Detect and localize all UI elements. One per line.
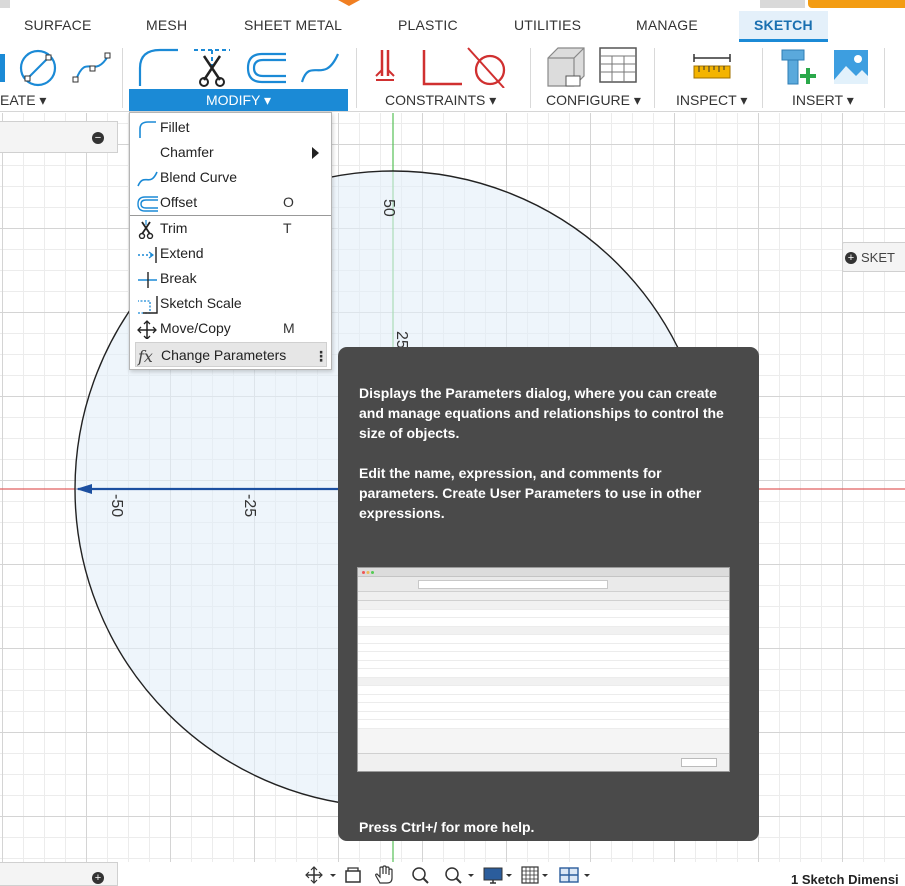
constraints-group-button[interactable]: CONSTRAINTS ▾ — [385, 92, 496, 109]
title-strip — [0, 0, 905, 8]
menu-item-break[interactable]: Break — [130, 266, 331, 291]
menu-item-fillet[interactable]: Fillet — [130, 115, 331, 140]
viewports-icon — [559, 867, 579, 883]
more-options-icon[interactable]: ⋮ — [314, 348, 328, 365]
tab-utilities[interactable]: UTILITIES — [514, 17, 581, 33]
orbit-icon — [305, 866, 323, 884]
display-settings-icon — [483, 867, 503, 884]
shortcut-key: T — [283, 220, 292, 236]
sketch-palette-pill[interactable]: + SKET — [842, 242, 905, 272]
zoom-window-icon — [445, 867, 462, 884]
expand-icon[interactable]: + — [845, 252, 857, 264]
menu-item-change-parameters[interactable]: fx Change Parameters ⋮ — [135, 342, 328, 367]
inspect-group-button[interactable]: INSPECT ▾ — [676, 92, 747, 109]
submenu-arrow-icon — [312, 147, 319, 159]
tooltip-help-hint: Press Ctrl+/ for more help. — [359, 819, 535, 835]
browser-panel-bar[interactable]: − — [0, 121, 118, 153]
move-icon — [137, 320, 157, 339]
parameters-dialog-preview — [357, 567, 730, 772]
blend-curve-icon — [137, 171, 158, 187]
configure-tools-icons[interactable] — [544, 46, 644, 88]
pan-hand-icon — [375, 865, 393, 884]
workspace-tabs: SURFACE MESH SHEET METAL PLASTIC UTILITI… — [0, 8, 905, 42]
tab-manage[interactable]: MANAGE — [636, 17, 698, 33]
status-text: 1 Sketch Dimensi — [791, 872, 899, 886]
configure-group-button[interactable]: CONFIGURE ▾ — [546, 92, 641, 109]
dimension-label-neg25[interactable]: -25 — [240, 494, 258, 517]
tab-sketch[interactable]: SKETCH — [739, 11, 828, 42]
menu-item-offset[interactable]: Offset O — [130, 190, 331, 215]
constraint-tools-icons[interactable] — [372, 46, 512, 88]
menu-item-trim[interactable]: Trim T — [130, 216, 331, 241]
shortcut-key: M — [283, 320, 295, 336]
offset-icon — [137, 196, 158, 212]
tab-surface[interactable]: SURFACE — [24, 17, 92, 33]
modify-group-button[interactable]: MODIFY ▾ — [129, 89, 348, 111]
menu-item-chamfer[interactable]: Chamfer — [130, 140, 331, 165]
zoom-icon — [412, 867, 429, 884]
menu-item-move-copy[interactable]: Move/Copy M — [130, 316, 331, 341]
fillet-icon — [139, 121, 156, 138]
insert-tools-icons[interactable] — [778, 46, 872, 88]
shortcut-key: O — [283, 194, 294, 210]
modify-tools-icons[interactable] — [134, 46, 344, 88]
create-group-label[interactable]: EATE ▾ — [0, 92, 46, 109]
tab-plastic[interactable]: PLASTIC — [398, 17, 458, 33]
svg-text:fx: fx — [137, 347, 153, 366]
toolbar-ribbon: EATE ▾ MODIFY ▾ CONSTRAINTS ▾ CONFIGURE … — [0, 42, 905, 112]
grid-icon — [521, 866, 539, 884]
sketch-pill-label: SKET — [861, 250, 895, 265]
fx-icon: fx — [137, 347, 153, 366]
tab-sheet-metal[interactable]: SHEET METAL — [244, 17, 342, 33]
menu-item-sketch-scale[interactable]: Sketch Scale — [130, 291, 331, 316]
tooltip-details: Edit the name, expression, and comments … — [359, 465, 702, 521]
insert-group-button[interactable]: INSERT ▾ — [792, 92, 854, 109]
dimension-label-50[interactable]: 50 — [379, 199, 397, 217]
bottom-bar: + 1 Sketch Dimensi — [0, 862, 905, 886]
measure-ruler-icon[interactable] — [690, 46, 734, 88]
comments-panel-bar[interactable]: + — [0, 862, 118, 886]
scissors-icon — [138, 220, 154, 239]
look-at-icon — [345, 867, 361, 883]
change-parameters-tooltip: Displays the Parameters dialog, where yo… — [338, 347, 759, 841]
break-icon — [138, 272, 157, 288]
create-tools-icons[interactable] — [0, 46, 115, 88]
navigation-toolbar[interactable] — [302, 864, 598, 886]
collapse-icon[interactable]: − — [92, 132, 104, 144]
sketch-scale-icon — [138, 296, 158, 314]
extend-icon — [138, 247, 157, 263]
menu-item-blend-curve[interactable]: Blend Curve — [130, 165, 331, 190]
modify-dropdown-menu: Fillet Chamfer Blend Curve Offset O Trim… — [129, 112, 332, 370]
expand-icon[interactable]: + — [92, 872, 104, 884]
app-logo-icon — [338, 0, 360, 6]
tab-mesh[interactable]: MESH — [146, 17, 187, 33]
dimension-label-neg50[interactable]: -50 — [107, 494, 125, 517]
menu-item-extend[interactable]: Extend — [130, 241, 331, 266]
tooltip-description: Displays the Parameters dialog, where yo… — [359, 385, 724, 441]
